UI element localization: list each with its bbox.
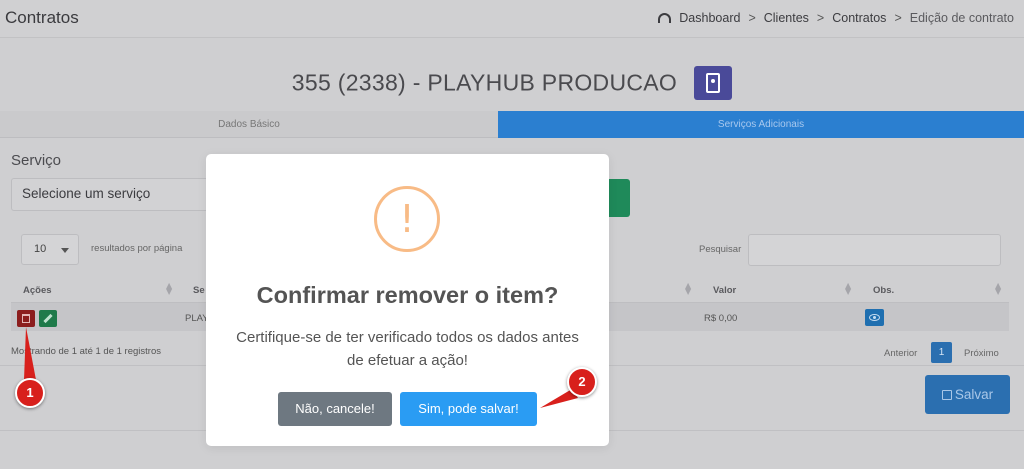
annotation-marker-1: 1 [15, 378, 45, 408]
marker-1-pointer [24, 327, 36, 380]
annotation-marker-2: 2 [567, 367, 597, 397]
annotation-pointers [24, 327, 578, 408]
